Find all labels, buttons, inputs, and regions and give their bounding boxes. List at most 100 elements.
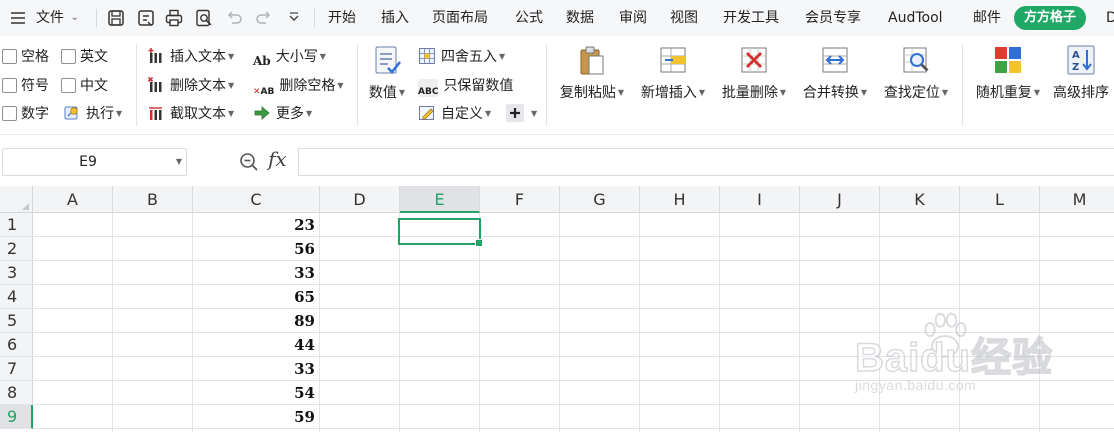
row-header-6[interactable]: 6: [0, 333, 33, 357]
insert-row-icon: [657, 44, 689, 76]
column-header-f[interactable]: F: [480, 186, 560, 213]
divider: [314, 9, 315, 27]
custom-button[interactable]: 自定义 ▼: [418, 101, 491, 127]
checkbox-box[interactable]: [2, 49, 17, 64]
keep-numbers-button[interactable]: ABC 只保留数值: [418, 73, 513, 99]
row-header-1[interactable]: 1: [0, 213, 33, 237]
row-header-7[interactable]: 7: [0, 357, 33, 381]
chevron-down-icon: ▼: [1033, 88, 1041, 97]
checkbox-chinese[interactable]: 中文: [61, 73, 108, 99]
add-insert-button[interactable]: 新增插入 ▼: [637, 44, 709, 102]
find-locate-button[interactable]: 查找定位 ▼: [880, 44, 952, 102]
undo-icon[interactable]: [224, 8, 244, 28]
row-header-4[interactable]: 4: [0, 285, 33, 309]
advanced-sort-button[interactable]: AZ 高级排序: [1053, 44, 1114, 102]
delete-text-button[interactable]: 删除文本 ▼: [147, 73, 234, 99]
plus-menu-button[interactable]: ▼: [506, 101, 537, 127]
column-header-b[interactable]: B: [113, 186, 193, 213]
row-header-5[interactable]: 5: [0, 309, 33, 333]
round-button[interactable]: 四舍五入 ▼: [418, 44, 505, 70]
cell-c1[interactable]: 23: [193, 213, 319, 237]
merge-convert-label: 合并转换: [802, 85, 859, 101]
cell-c8[interactable]: 54: [193, 381, 319, 405]
column-header-e[interactable]: E: [400, 186, 480, 213]
column-header-k[interactable]: K: [880, 186, 960, 213]
print-preview-icon[interactable]: [194, 8, 214, 28]
chevron-down-icon: ▼: [398, 88, 406, 97]
column-header-c[interactable]: C: [193, 186, 320, 213]
tab-cut-off[interactable]: D: [1106, 0, 1114, 36]
chevron-down-icon: ▼: [306, 109, 313, 118]
selected-cell-e9[interactable]: [398, 218, 483, 247]
number-button[interactable]: 数值 ▼: [364, 44, 410, 102]
tab-review[interactable]: 审阅: [619, 0, 647, 36]
checkbox-label: 数字: [21, 106, 49, 122]
chevron-down-icon: ▼: [485, 109, 492, 118]
tab-start[interactable]: 开始: [328, 0, 356, 36]
fx-icon[interactable]: fx: [268, 147, 287, 171]
formula-input[interactable]: [298, 148, 1114, 176]
print-icon[interactable]: [164, 8, 184, 28]
checkbox-symbol[interactable]: 符号: [2, 73, 49, 99]
merge-convert-button[interactable]: 合并转换 ▼: [799, 44, 871, 102]
case-button[interactable]: Ab 大小写 ▼: [253, 44, 326, 70]
column-header-l[interactable]: L: [960, 186, 1040, 213]
column-header-d[interactable]: D: [320, 186, 400, 213]
chevron-down-icon[interactable]: ▼: [176, 149, 182, 175]
row-header-3[interactable]: 3: [0, 261, 33, 285]
hamburger-icon[interactable]: [8, 8, 28, 28]
execute-button[interactable]: 执行 ▼: [63, 101, 122, 127]
select-all-corner[interactable]: [0, 186, 33, 213]
column-header-g[interactable]: G: [560, 186, 640, 213]
tab-developer[interactable]: 开发工具: [723, 0, 779, 36]
cell-c4[interactable]: 65: [193, 285, 319, 309]
customize-icon[interactable]: [284, 8, 304, 28]
insert-text-button[interactable]: 插入文本 ▼: [147, 44, 234, 70]
column-header-a[interactable]: A: [33, 186, 113, 213]
cell-c9[interactable]: 59: [193, 405, 319, 429]
row-header-2[interactable]: 2: [0, 237, 33, 261]
cell-c7[interactable]: 33: [193, 357, 319, 381]
copy-paste-button[interactable]: 复制粘贴 ▼: [556, 44, 628, 102]
export-icon[interactable]: [136, 8, 156, 28]
redo-icon[interactable]: [254, 8, 274, 28]
more-button[interactable]: 更多 ▼: [253, 101, 312, 127]
row-header-8[interactable]: 8: [0, 381, 33, 405]
checkbox-box[interactable]: [2, 78, 17, 93]
save-icon[interactable]: [106, 8, 126, 28]
checkbox-box[interactable]: [61, 49, 76, 64]
delete-space-button[interactable]: ✕AB 删除空格 ▼: [253, 73, 344, 99]
tab-audtool[interactable]: AudTool: [888, 0, 943, 36]
tab-view[interactable]: 视图: [670, 0, 698, 36]
checkbox-english[interactable]: 英文: [61, 44, 108, 70]
row-header-9[interactable]: 9: [0, 405, 33, 429]
random-repeat-button[interactable]: 随机重复 ▼: [972, 44, 1044, 102]
tab-mail[interactable]: 邮件: [973, 0, 1001, 36]
checkbox-box[interactable]: [2, 106, 17, 121]
tab-fangfang-active[interactable]: 方方格子: [1014, 6, 1087, 30]
cell-c6[interactable]: 44: [193, 333, 319, 357]
column-header-m[interactable]: M: [1040, 186, 1114, 213]
tab-formula[interactable]: 公式: [515, 0, 543, 36]
name-box[interactable]: E9 ▼: [2, 148, 187, 176]
random-blocks-icon: [992, 44, 1024, 76]
chevron-down-icon: ▼: [228, 81, 235, 90]
cell-c5[interactable]: 89: [193, 309, 319, 333]
zoom-formula-icon[interactable]: [238, 151, 260, 173]
tab-insert[interactable]: 插入: [381, 0, 409, 36]
column-header-i[interactable]: I: [720, 186, 800, 213]
checkbox-number[interactable]: 数字: [2, 101, 49, 127]
tab-page-layout[interactable]: 页面布局: [432, 0, 488, 36]
tab-member[interactable]: 会员专享: [805, 0, 861, 36]
checkbox-box[interactable]: [61, 78, 76, 93]
checkbox-space[interactable]: 空格: [2, 44, 49, 70]
file-menu[interactable]: 文件 ⌄: [36, 0, 79, 36]
column-header-h[interactable]: H: [640, 186, 720, 213]
cell-c2[interactable]: 56: [193, 237, 319, 261]
column-header-j[interactable]: J: [800, 186, 880, 213]
advanced-sort-label: 高级排序: [1053, 85, 1109, 101]
cell-c3[interactable]: 33: [193, 261, 319, 285]
tab-data[interactable]: 数据: [566, 0, 594, 36]
batch-delete-button[interactable]: 批量删除 ▼: [718, 44, 790, 102]
extract-text-button[interactable]: 截取文本 ▼: [147, 101, 234, 127]
